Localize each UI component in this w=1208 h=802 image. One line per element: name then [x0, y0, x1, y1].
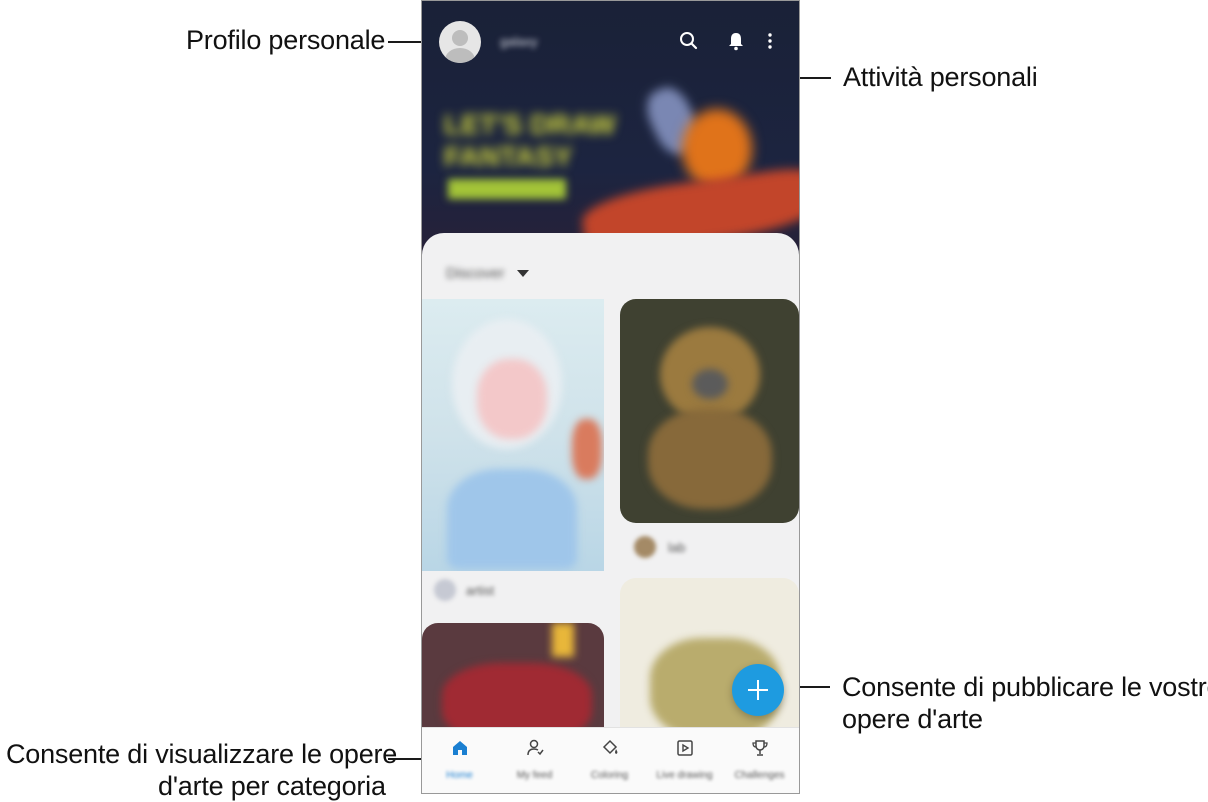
home-icon [453, 741, 467, 755]
callout-category-label-1: Consente di visualizzare le opere [6, 739, 398, 769]
nav-tab-challenges[interactable]: Challenges [722, 728, 797, 793]
nav-label-challenges: Challenges [734, 770, 785, 781]
artwork-flowers [572, 419, 602, 479]
nav-label-live-drawing: Live drawing [656, 770, 713, 781]
category-filter-label: Discover [446, 265, 505, 283]
top-bar: galaxy [422, 1, 799, 81]
callout-activity-label: Attività personali [843, 62, 1038, 92]
bottom-navigation: Home My feed Coloring Live drawing Chall… [422, 727, 799, 793]
author-name: lab [668, 540, 686, 555]
nav-label-home: Home [446, 770, 473, 781]
category-filter-dropdown[interactable]: Discover [446, 265, 529, 289]
username: galaxy [500, 34, 538, 49]
callout-profile-label: Profilo personale [186, 25, 386, 55]
search-icon[interactable] [677, 29, 701, 53]
nav-label-coloring: Coloring [590, 770, 629, 781]
callout-publish-label-2: opere d'arte [842, 704, 983, 734]
artwork-face [477, 359, 547, 439]
banner-title: LET'S DRAW FANTASY [444, 109, 616, 173]
profile-avatar[interactable] [439, 21, 481, 63]
callout-category-label-2: d'arte per categoria [158, 771, 386, 801]
artwork-badge [552, 623, 574, 657]
nav-tab-live-drawing[interactable]: Live drawing [647, 728, 722, 793]
dropdown-arrow-icon [516, 270, 529, 278]
author-avatar[interactable] [634, 536, 656, 558]
nav-tab-coloring[interactable]: Coloring [572, 728, 647, 793]
artwork-card-red[interactable] [422, 623, 604, 733]
nav-label-my-feed: My feed [516, 770, 553, 781]
artwork-bear-snout [692, 369, 728, 399]
phone-screen: LET'S DRAW FANTASY galaxy Discover artis… [421, 0, 800, 794]
banner-cta-button[interactable] [448, 179, 566, 199]
nav-tab-my-feed[interactable]: My feed [497, 728, 572, 793]
artwork-card-princess[interactable] [422, 299, 604, 571]
avatar-body [445, 48, 475, 63]
content-sheet: Discover artist lab [422, 233, 799, 733]
callout-publish-label-1: Consente di pubblicare le vostre [842, 672, 1208, 702]
coloring-icon [602, 739, 618, 755]
banner-title-line-1: LET'S DRAW [444, 109, 616, 140]
my-feed-icon [527, 739, 544, 756]
artwork-card-teddy[interactable] [620, 299, 799, 523]
artwork-dress [447, 469, 577, 569]
more-options-icon[interactable] [758, 29, 782, 53]
bell-icon[interactable] [724, 29, 748, 53]
publish-artwork-button[interactable] [732, 664, 784, 716]
challenges-icon [752, 740, 768, 756]
avatar-head [452, 30, 468, 46]
author-name: artist [466, 583, 495, 598]
banner-title-line-2: FANTASY [444, 141, 573, 172]
plus-icon-vertical [757, 680, 759, 700]
artwork-red-shape [442, 663, 592, 733]
nav-tab-home[interactable]: Home [422, 728, 497, 793]
author-avatar[interactable] [434, 579, 456, 601]
live-drawing-icon [677, 740, 693, 756]
artwork-bear-body [648, 409, 772, 509]
